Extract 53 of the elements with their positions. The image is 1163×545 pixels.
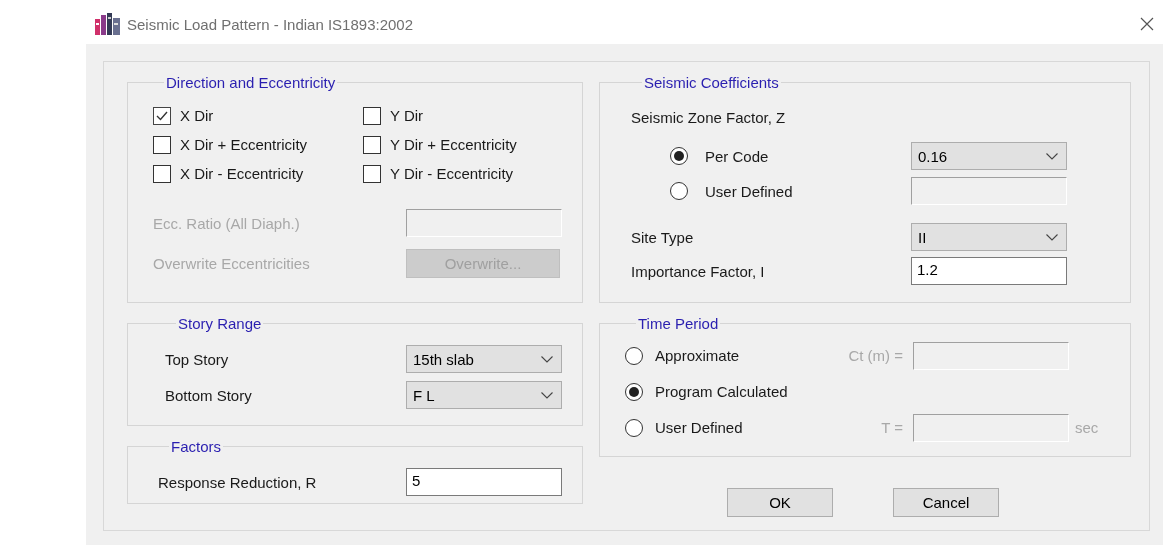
group-title: Story Range <box>177 315 263 332</box>
text-field[interactable]: 1.2 <box>911 257 1067 285</box>
group-title: Time Period <box>637 315 720 332</box>
checkbox[interactable] <box>363 106 381 125</box>
field-label: Overwrite Eccentricities <box>153 254 311 272</box>
radio-label: User Defined <box>655 419 744 436</box>
text-field[interactable]: 5 <box>406 468 562 496</box>
group-title: Factors <box>170 438 222 455</box>
radio-label: User Defined <box>705 182 794 200</box>
radio-label: Approximate <box>655 347 741 364</box>
field-label: Response Reduction, R <box>158 473 318 491</box>
dropdown[interactable]: F L <box>406 381 562 409</box>
checkbox[interactable] <box>363 164 381 183</box>
checkbox[interactable] <box>153 106 171 125</box>
radio-button[interactable] <box>625 382 643 401</box>
dropdown[interactable]: 0.16 <box>911 142 1067 170</box>
checkbox-label: X Dir <box>180 107 214 124</box>
field-label: Site Type <box>631 228 695 246</box>
checkbox[interactable] <box>153 164 171 183</box>
window-title: Seismic Load Pattern - Indian IS1893:2002 <box>127 15 414 33</box>
group-title: Direction and Eccentricity <box>165 74 337 91</box>
chevron-icon <box>541 355 553 363</box>
field-label: Ct (m) = <box>847 347 904 364</box>
checkbox-label: Y Dir <box>390 107 424 124</box>
checkbox-label: X Dir + Eccentricity <box>180 136 308 153</box>
radio-button[interactable] <box>625 346 643 365</box>
field-label: Seismic Zone Factor, Z <box>631 107 787 128</box>
cancel-button[interactable]: Cancel <box>893 488 999 517</box>
field-label: Ecc. Ratio (All Diaph.) <box>153 214 301 232</box>
group-title: Seismic Coefficients <box>643 74 780 91</box>
checkbox[interactable] <box>153 135 171 154</box>
unit-label: sec <box>1075 419 1099 436</box>
radio-button[interactable] <box>670 147 688 165</box>
checkbox-label: Y Dir - Eccentricity <box>390 165 514 182</box>
chevron-icon <box>1046 152 1058 160</box>
dropdown[interactable]: 15th slab <box>406 345 562 373</box>
field-label: Bottom Story <box>165 386 253 404</box>
checkbox-label: X Dir - Eccentricity <box>180 165 304 182</box>
checkbox[interactable] <box>363 135 381 154</box>
field-label: Top Story <box>165 350 230 368</box>
dropdown[interactable]: II <box>911 223 1067 251</box>
radio-button[interactable] <box>625 418 643 437</box>
checkbox-label: Y Dir + Eccentricity <box>390 136 517 153</box>
chevron-icon <box>541 391 553 399</box>
close-icon[interactable] <box>1140 17 1154 31</box>
radio-label: Per Code <box>705 147 770 165</box>
ok-button[interactable]: OK <box>727 488 833 517</box>
radio-button[interactable] <box>670 182 688 200</box>
field-label: Importance Factor, I <box>631 262 766 280</box>
field-label: T = <box>880 419 904 436</box>
app-icon <box>95 13 121 35</box>
radio-label: Program Calculated <box>655 383 789 400</box>
chevron-icon <box>1046 233 1058 241</box>
